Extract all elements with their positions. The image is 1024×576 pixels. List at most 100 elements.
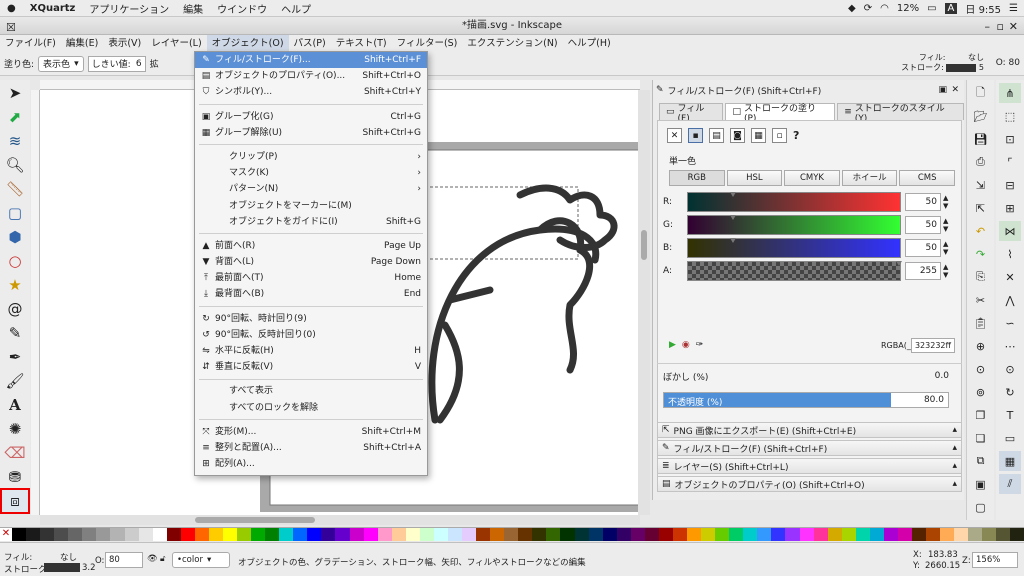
- tweak-tool-icon[interactable]: ≋: [2, 130, 28, 152]
- macos-menu-edit[interactable]: 編集: [176, 1, 210, 16]
- mode-tab-hsl[interactable]: HSL: [726, 170, 783, 186]
- palette-swatch[interactable]: [462, 528, 477, 541]
- maximize-button[interactable]: ▫: [997, 18, 1004, 36]
- ellipse-tool-icon[interactable]: ○: [2, 250, 28, 272]
- zoom-tool-icon[interactable]: 🔍︎: [2, 154, 28, 176]
- object-menu-item[interactable]: ▦ グループ解除(U) Shift+Ctrl+G: [195, 125, 427, 141]
- object-menu-item[interactable]: パターン(N) ›: [195, 181, 427, 197]
- object-menu-item[interactable]: マスク(K) ›: [195, 165, 427, 181]
- snap-bbox-edge-icon[interactable]: ⊡: [999, 129, 1021, 149]
- palette-swatch[interactable]: [954, 528, 969, 541]
- palette-swatch[interactable]: [799, 528, 814, 541]
- object-menu-item[interactable]: ▤ オブジェクトのプロパティ(O)... Shift+Ctrl+O: [195, 68, 427, 84]
- channel-value-input[interactable]: 50: [905, 216, 941, 234]
- flat-color-button[interactable]: ▪: [688, 128, 703, 143]
- palette-swatch[interactable]: [968, 528, 983, 541]
- palette-swatch[interactable]: [293, 528, 308, 541]
- palette-swatch[interactable]: [68, 528, 83, 541]
- mode-tab-cms[interactable]: CMS: [899, 170, 955, 186]
- channel-value-input[interactable]: 50: [905, 193, 941, 211]
- new-doc-icon[interactable]: 🗋: [970, 83, 992, 103]
- menu-help[interactable]: ヘルプ(H): [563, 35, 616, 52]
- palette-swatch[interactable]: [912, 528, 927, 541]
- snap-toggle-icon[interactable]: ⋔: [999, 83, 1021, 103]
- object-menu-item[interactable]: ⤒ 最前面へ(T) Home: [195, 270, 427, 286]
- rect-tool-icon[interactable]: ▢: [2, 202, 28, 224]
- zoom-page-icon[interactable]: ⊚: [970, 382, 992, 402]
- object-menu-item[interactable]: ⊞ 配列(A)...: [195, 456, 427, 472]
- palette-swatch[interactable]: [771, 528, 786, 541]
- mode-tab-rgb[interactable]: RGB: [669, 170, 725, 186]
- channel-slider[interactable]: [687, 215, 901, 235]
- menu-path[interactable]: パス(P): [289, 35, 331, 52]
- channel-slider[interactable]: [687, 238, 901, 258]
- eyedropper-icon[interactable]: ✑: [696, 340, 704, 350]
- dropbox-icon[interactable]: ◆: [848, 3, 856, 14]
- duplicate-icon[interactable]: ❐: [970, 405, 992, 425]
- ungroup-icon[interactable]: ▢: [970, 497, 992, 517]
- print-icon[interactable]: ⎙: [970, 152, 992, 172]
- snap-grid-icon[interactable]: ▦: [999, 451, 1021, 471]
- palette-swatch[interactable]: [222, 528, 237, 541]
- layer-visibility-icon[interactable]: 👁︎: [147, 554, 158, 564]
- zoom-drawing-icon[interactable]: ⊙: [970, 359, 992, 379]
- palette-swatch[interactable]: [208, 528, 223, 541]
- mode-tab-wheel[interactable]: ホイール: [841, 170, 898, 186]
- palette-swatch[interactable]: [476, 528, 491, 541]
- object-menu-item[interactable]: ▲ 前面へ(R) Page Up: [195, 238, 427, 254]
- spin-arrows-icon[interactable]: ▲ ▼: [943, 240, 951, 256]
- close-button[interactable]: ✕: [1009, 18, 1018, 36]
- palette-swatch[interactable]: [785, 528, 800, 541]
- wifi-icon[interactable]: ◠: [880, 3, 889, 14]
- zoom-selection-icon[interactable]: ⊕: [970, 336, 992, 356]
- open-icon[interactable]: 📂︎: [970, 106, 992, 126]
- snap-nodes-icon[interactable]: ⋈: [999, 221, 1021, 241]
- status-fill-value[interactable]: なし: [60, 551, 77, 563]
- palette-swatch[interactable]: [349, 528, 364, 541]
- snap-page-icon[interactable]: ▭: [999, 428, 1021, 448]
- save-icon[interactable]: 💾︎: [970, 129, 992, 149]
- snap-intersection-icon[interactable]: ✕: [999, 267, 1021, 287]
- palette-swatch[interactable]: [405, 528, 420, 541]
- undo-icon[interactable]: ↶: [970, 221, 992, 241]
- docked-dialog-header[interactable]: ⇱ PNG 画像にエクスポート(E) (Shift+Ctrl+E) ▴: [657, 422, 962, 438]
- rgba-input[interactable]: 323232ff: [911, 338, 955, 353]
- palette-swatch[interactable]: [490, 528, 505, 541]
- text-tool-icon[interactable]: A: [2, 394, 28, 416]
- current-layer-select[interactable]: •color ▾: [172, 552, 230, 568]
- palette-swatch[interactable]: [124, 528, 139, 541]
- unlink-clone-icon[interactable]: ⧉: [970, 451, 992, 471]
- chevron-up-icon[interactable]: ▴: [952, 443, 957, 453]
- palette-swatch[interactable]: [433, 528, 448, 541]
- palette-swatch[interactable]: [1010, 528, 1024, 541]
- horizontal-scrollbar[interactable]: [40, 515, 640, 525]
- palette-swatch[interactable]: [419, 528, 434, 541]
- object-menu-item[interactable]: ⛉ シンボル(Y)... Shift+Ctrl+Y: [195, 84, 427, 100]
- channel-value-input[interactable]: 50: [905, 239, 941, 257]
- palette-swatch[interactable]: [897, 528, 912, 541]
- channel-slider[interactable]: [687, 192, 901, 212]
- palette-swatch[interactable]: [180, 528, 195, 541]
- clock[interactable]: 日 9:55: [965, 1, 1001, 16]
- palette-swatch[interactable]: [855, 528, 870, 541]
- docked-dialog-header[interactable]: ≣ レイヤー(S) (Shift+Ctrl+L) ▴: [657, 458, 962, 474]
- palette-swatch[interactable]: [940, 528, 955, 541]
- palette-swatch[interactable]: [616, 528, 631, 541]
- stroke-indicator-swatch[interactable]: [946, 63, 977, 72]
- slider-knob[interactable]: [729, 192, 736, 197]
- linear-gradient-button[interactable]: ▤: [709, 128, 724, 143]
- palette-swatch[interactable]: [504, 528, 519, 541]
- snap-bbox-mid-icon[interactable]: ⊟: [999, 175, 1021, 195]
- palette-swatch[interactable]: [391, 528, 406, 541]
- measure-tool-icon[interactable]: 📏︎: [2, 178, 28, 200]
- snap-smooth-icon[interactable]: ∽: [999, 313, 1021, 333]
- spiral-tool-icon[interactable]: @: [2, 298, 28, 320]
- palette-swatch[interactable]: [96, 528, 111, 541]
- palette-swatch[interactable]: [883, 528, 898, 541]
- palette-swatch[interactable]: [321, 528, 336, 541]
- object-menu-item[interactable]: ▼ 背面へ(L) Page Down: [195, 254, 427, 270]
- palette-swatch[interactable]: [982, 528, 997, 541]
- snap-cusp-icon[interactable]: ⋀: [999, 290, 1021, 310]
- palette-swatch[interactable]: [630, 528, 645, 541]
- chevron-up-icon[interactable]: ▴: [952, 425, 957, 435]
